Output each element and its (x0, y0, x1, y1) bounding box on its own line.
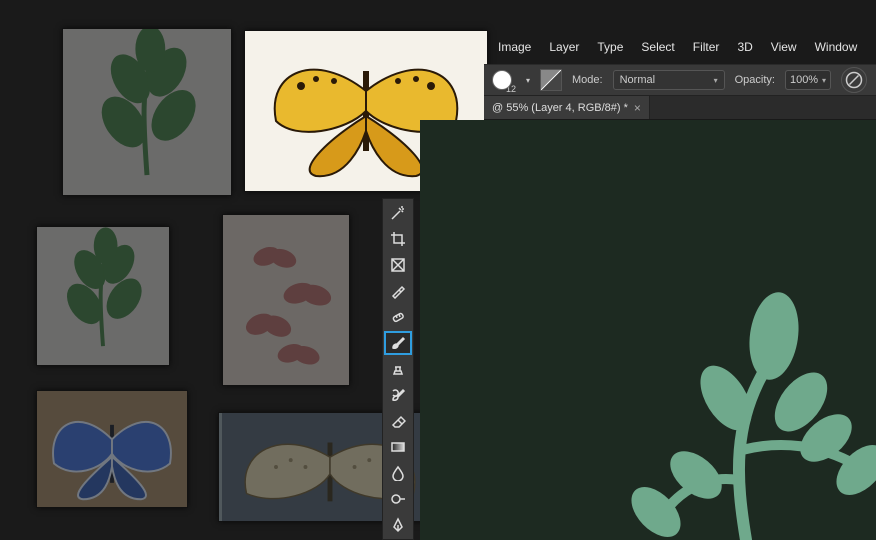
menu-help[interactable]: Help (866, 36, 876, 58)
menu-filter[interactable]: Filter (684, 36, 729, 58)
brush-tool[interactable] (384, 331, 412, 355)
mode-label: Mode: (572, 74, 603, 86)
frame-tool[interactable] (383, 252, 413, 278)
document-tabs: @ 55% (Layer 4, RGB/8#) * × (484, 96, 876, 120)
menu-view[interactable]: View (762, 36, 806, 58)
canvas-artwork-plant (576, 240, 876, 540)
healing-brush-tool[interactable] (383, 304, 413, 330)
menu-bar: Image Layer Type Select Filter 3D View W… (489, 36, 876, 58)
menu-window[interactable]: Window (806, 36, 867, 58)
ref-branch-1[interactable] (62, 28, 232, 196)
opacity-value: 100% (790, 74, 818, 86)
document-tab-title: @ 55% (Layer 4, RGB/8#) * (492, 102, 628, 114)
menu-type[interactable]: Type (588, 36, 632, 58)
eraser-tool[interactable] (383, 408, 413, 434)
menu-image[interactable]: Image (489, 36, 540, 58)
options-bar: 12 ▾ Mode: Normal ▾ Opacity: 100% ▾ (484, 64, 876, 96)
document-tab[interactable]: @ 55% (Layer 4, RGB/8#) * × (484, 96, 650, 119)
blend-mode-value: Normal (620, 74, 655, 86)
brush-preview-swatch[interactable] (492, 70, 512, 90)
opacity-input[interactable]: 100% ▾ (785, 70, 831, 90)
close-icon[interactable]: × (634, 101, 641, 115)
ref-branch-2[interactable] (36, 226, 170, 366)
history-brush-tool[interactable] (383, 382, 413, 408)
crop-tool[interactable] (383, 226, 413, 252)
toolbox (382, 198, 414, 540)
brush-panel-button[interactable] (540, 69, 562, 91)
canvas[interactable] (420, 120, 876, 540)
pen-tool[interactable] (383, 512, 413, 538)
clone-stamp-tool[interactable] (383, 356, 413, 382)
eyedropper-tool[interactable] (383, 278, 413, 304)
dodge-tool[interactable] (383, 486, 413, 512)
menu-select[interactable]: Select (632, 36, 683, 58)
menu-layer[interactable]: Layer (540, 36, 588, 58)
blend-mode-select[interactable]: Normal ▾ (613, 70, 725, 90)
chevron-down-icon: ▾ (822, 76, 826, 85)
menu-3d[interactable]: 3D (728, 36, 761, 58)
blur-tool[interactable] (383, 460, 413, 486)
ref-butterfly-blue[interactable] (36, 390, 188, 508)
opacity-label: Opacity: (735, 74, 775, 86)
pressure-opacity-button[interactable] (841, 67, 867, 93)
chevron-down-icon: ▾ (714, 76, 718, 85)
chevron-down-icon[interactable]: ▾ (526, 76, 530, 85)
ref-butterflies-pink[interactable] (222, 214, 350, 386)
magic-wand-tool[interactable] (383, 200, 413, 226)
gradient-tool[interactable] (383, 434, 413, 460)
